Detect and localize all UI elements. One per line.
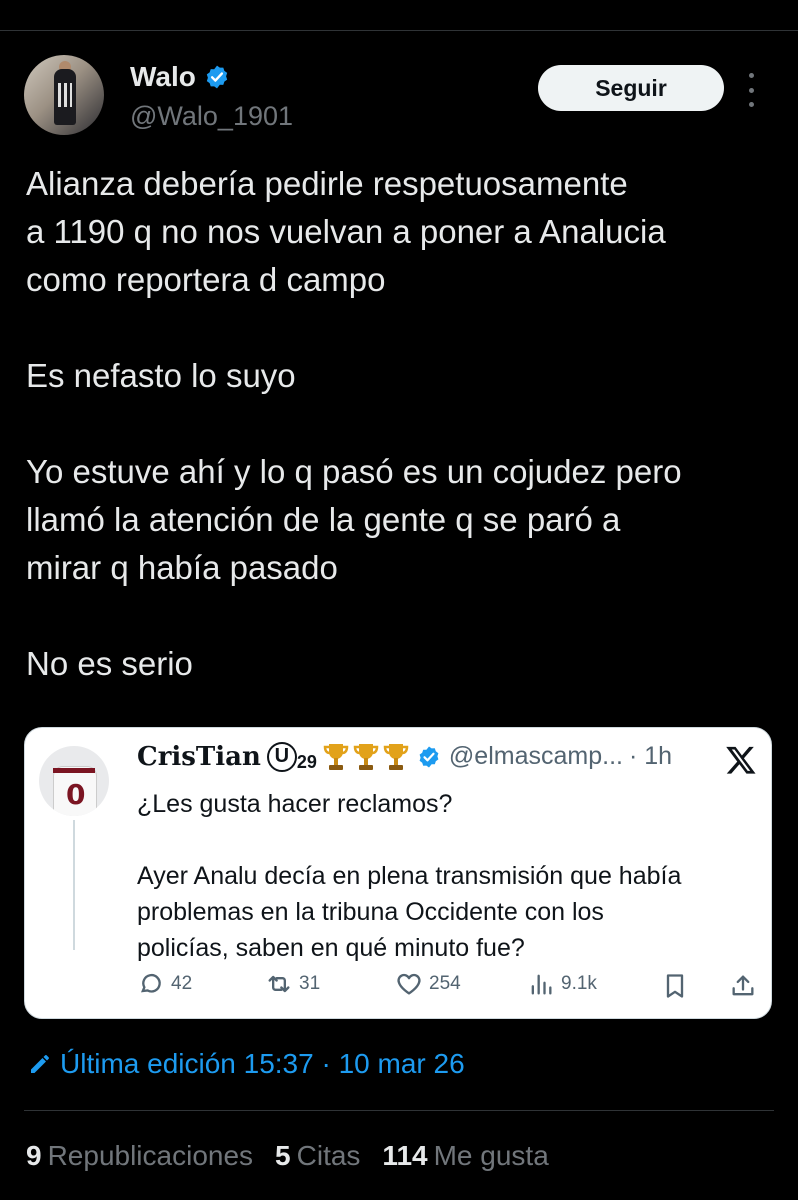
bookmark-icon[interactable] (661, 972, 689, 1000)
tweet-line: llamó la atención de la gente q se paró … (26, 501, 621, 538)
likes-stat[interactable]: 114 Me gusta (382, 1140, 548, 1172)
quoted-line: policías, saben en qué minuto fue? (137, 934, 525, 962)
repost-count: 31 (299, 973, 321, 994)
like-count: 254 (429, 973, 461, 994)
quoted-author-name[interactable]: CrisTian (137, 742, 261, 772)
stats-divider (24, 1110, 774, 1111)
verified-badge-icon (206, 65, 228, 89)
likes-label: Me gusta (433, 1140, 549, 1171)
repost-icon (268, 975, 290, 993)
more-icon[interactable] (746, 73, 756, 107)
quoted-paragraph: ¿Les gusta hacer reclamos? (137, 786, 757, 822)
quoted-paragraph: Ayer Analu decía en plena transmisión qu… (137, 858, 757, 966)
u-badge-number: 29 (296, 752, 317, 772)
tweet-line: a 1190 q no nos vuelvan a poner a Analuc… (26, 213, 666, 250)
trophy-icon (323, 743, 349, 770)
share-icon[interactable] (729, 972, 757, 1000)
tweet-paragraph: Alianza debería pedirle respetuosamente … (26, 160, 776, 304)
tweet-line: No es serio (26, 645, 193, 682)
quoted-line: Ayer Analu decía en plena transmisión qu… (137, 862, 682, 890)
likes-count: 114 (382, 1140, 428, 1171)
quoted-line: ¿Les gusta hacer reclamos? (137, 790, 453, 818)
tweet-paragraph: No es serio (26, 640, 776, 688)
tweet-line: Es nefasto lo suyo (26, 357, 296, 394)
trophy-icon (353, 743, 379, 770)
tweet-line: como reportera d campo (26, 261, 386, 298)
x-logo-icon (726, 746, 756, 774)
like-button[interactable]: 254 (395, 970, 461, 998)
quoted-author-avatar[interactable]: 0 (39, 746, 109, 816)
author-avatar[interactable] (24, 55, 104, 135)
like-icon (397, 973, 421, 995)
verified-badge-icon (419, 746, 439, 767)
views-icon (531, 974, 552, 995)
author-name-row: Walo (130, 61, 230, 93)
tweet-paragraph: Yo estuve ahí y lo q pasó es un cojudez … (26, 448, 776, 592)
reposts-stat[interactable]: 9 Republicaciones (26, 1140, 253, 1172)
quotes-label: Citas (296, 1140, 361, 1171)
quoted-tweet-card[interactable]: 0 CrisTian U 29 @elmascamp... · 1h ¿Les … (24, 727, 772, 1019)
trophy-icon (383, 743, 409, 770)
reply-count: 42 (171, 973, 193, 994)
quotes-stat[interactable]: 5 Citas (275, 1140, 360, 1172)
quoted-header: CrisTian U 29 @elmascamp... · 1h (137, 740, 672, 773)
edited-link[interactable]: Última edición 15:37 · 10 mar 26 (28, 1048, 465, 1080)
reply-icon (141, 973, 161, 993)
quoted-author-handle[interactable]: @elmascamp... (449, 742, 623, 771)
tweet-header: Walo @Walo_1901 Seguir (24, 55, 774, 135)
reposts-label: Republicaciones (47, 1140, 254, 1171)
u-badge: U (266, 741, 297, 772)
author-handle[interactable]: @Walo_1901 (130, 101, 293, 132)
tweet-line: Yo estuve ahí y lo q pasó es un cojudez … (26, 453, 682, 490)
views-button[interactable]: 9.1k (527, 970, 597, 998)
top-divider (0, 30, 798, 31)
author-name[interactable]: Walo (130, 61, 196, 93)
tweet-line: mirar q había pasado (26, 549, 338, 586)
tweet-text: Alianza debería pedirle respetuosamente … (26, 160, 776, 688)
thread-line (73, 820, 75, 950)
quotes-count: 5 (275, 1140, 291, 1171)
quoted-text: ¿Les gusta hacer reclamos? Ayer Analu de… (137, 786, 757, 966)
repost-button[interactable]: 31 (265, 970, 320, 998)
tweet-paragraph: Es nefasto lo suyo (26, 352, 776, 400)
follow-button[interactable]: Seguir (538, 65, 724, 111)
edited-label: Última edición 15:37 · 10 mar 26 (60, 1048, 465, 1079)
tweet-line: Alianza debería pedirle respetuosamente (26, 165, 628, 202)
quoted-action-bar: 42 31 254 9.1k (137, 970, 757, 1006)
quoted-line: problemas en la tribuna Occidente con lo… (137, 898, 604, 926)
reply-button[interactable]: 42 (137, 970, 192, 998)
edit-pencil-icon (31, 1055, 49, 1073)
quoted-timestamp[interactable]: · 1h (629, 742, 672, 771)
engagement-stats: 9 Republicaciones 5 Citas 114 Me gusta (26, 1140, 549, 1172)
views-count: 9.1k (561, 973, 597, 994)
reposts-count: 9 (26, 1140, 42, 1171)
avatar-jersey-number: 0 (66, 778, 86, 811)
